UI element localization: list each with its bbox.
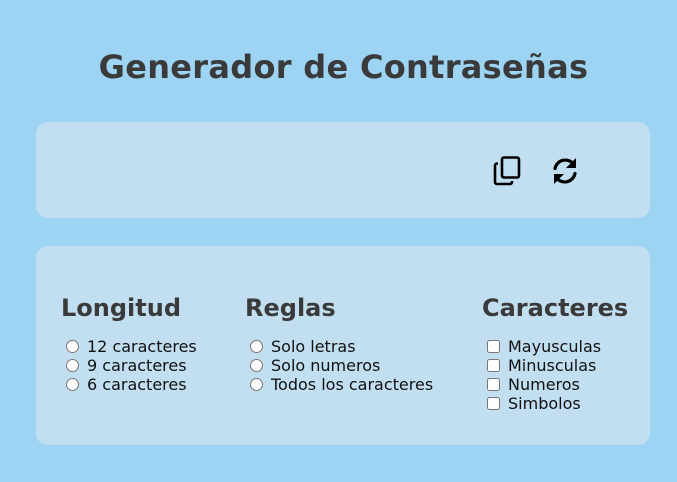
longitud-heading: Longitud (61, 294, 182, 322)
radio-solo-letras[interactable] (250, 340, 263, 353)
reglas-section: Reglas Solo letras Solo numeros Todos lo… (245, 292, 433, 394)
radio-6-caracteres[interactable] (66, 378, 79, 391)
caracteres-heading: Caracteres (482, 294, 629, 322)
reglas-heading: Reglas (245, 294, 336, 322)
longitud-option-6[interactable]: 6 caracteres (66, 375, 197, 394)
longitud-option-12[interactable]: 12 caracteres (66, 337, 197, 356)
options-panel: Longitud 12 caracteres 9 caracteres 6 ca… (36, 246, 650, 445)
caracteres-section: Caracteres Mayusculas Minusculas Numeros… (482, 292, 628, 413)
checkbox-mayusculas[interactable] (487, 340, 500, 353)
longitud-option-9[interactable]: 9 caracteres (66, 356, 197, 375)
radio-12-caracteres[interactable] (66, 340, 79, 353)
caracteres-option-numeros[interactable]: Numeros (487, 375, 628, 394)
radio-todos-los-caracteres[interactable] (250, 378, 263, 391)
caracteres-option-simbolos[interactable]: Simbolos (487, 394, 628, 413)
password-output-panel (36, 122, 650, 218)
reglas-option-solo-numeros[interactable]: Solo numeros (250, 356, 433, 375)
checkbox-numeros[interactable] (487, 378, 500, 391)
reglas-option-todos[interactable]: Todos los caracteres (250, 375, 433, 394)
caracteres-option-mayusculas[interactable]: Mayusculas (487, 337, 628, 356)
caracteres-option-minusculas[interactable]: Minusculas (487, 356, 628, 375)
longitud-section: Longitud 12 caracteres 9 caracteres 6 ca… (61, 292, 197, 394)
radio-solo-numeros[interactable] (250, 359, 263, 372)
copy-icon (491, 155, 523, 190)
reglas-option-solo-letras[interactable]: Solo letras (250, 337, 433, 356)
refresh-icon (549, 155, 581, 190)
copy-button[interactable] (490, 155, 524, 189)
page-title: Generador de Contraseñas (98, 48, 589, 86)
checkbox-minusculas[interactable] (487, 359, 500, 372)
radio-9-caracteres[interactable] (66, 359, 79, 372)
checkbox-simbolos[interactable] (487, 397, 500, 410)
refresh-button[interactable] (548, 155, 582, 189)
